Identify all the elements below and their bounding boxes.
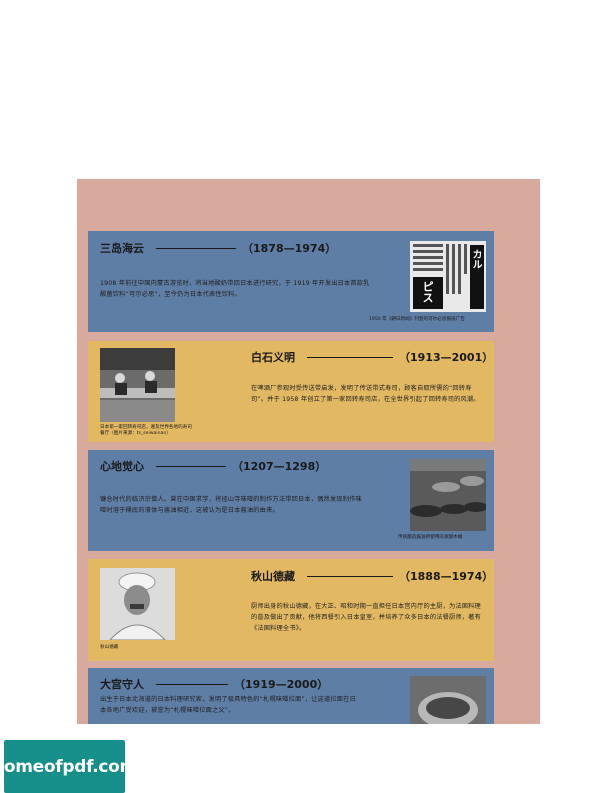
ramen-graphic bbox=[410, 676, 486, 724]
card-body: 在啤酒厂参观时受传送带启发，发明了传送带式寿司，顾客自取所需的“回转寿司”。并于… bbox=[251, 385, 480, 403]
sushi-restaurant-photo bbox=[100, 348, 175, 422]
person-years: （1888—1974） bbox=[399, 570, 494, 583]
card-mishima-kaiun: 三岛海云 （1878—1974） 1908 年前往中国内蒙古游览时，将当地酸奶带… bbox=[88, 231, 494, 332]
person-name: 心地觉心 bbox=[100, 460, 144, 473]
person-years: （1919—2000） bbox=[234, 678, 329, 691]
card-title: 秋山德藏 （1888—1974） bbox=[251, 568, 493, 584]
title-rule bbox=[307, 356, 393, 358]
ramen-photo bbox=[410, 676, 486, 724]
title-rule bbox=[156, 683, 228, 685]
card-body: 厨师出身的秋山德藏，在大正、昭和时期一直担任日本宫内厅的主厨，为法国料理的普及做… bbox=[251, 603, 481, 632]
card-title: 心地觉心 （1207—1298） bbox=[100, 458, 326, 474]
chef-portrait-photo bbox=[100, 568, 175, 640]
person-name: 三岛海云 bbox=[100, 242, 144, 255]
title-rule bbox=[307, 575, 393, 577]
barrels-graphic bbox=[410, 459, 486, 531]
card-title: 白石义明 （1913—2001） bbox=[251, 349, 493, 365]
soy-sauce-barrels-photo bbox=[410, 459, 486, 531]
image-caption: 秋山德藏 bbox=[100, 645, 119, 650]
title-rule bbox=[156, 247, 236, 249]
card-shinchi-kakushin: 心地觉心 （1207—1298） 镰仓时代的临济宗僧人。曾在中国求学，将径山寺味… bbox=[88, 450, 494, 551]
person-name: 大宫守人 bbox=[100, 678, 144, 691]
title-rule bbox=[156, 465, 226, 467]
person-years: （1913—2001） bbox=[399, 351, 494, 364]
site-watermark[interactable]: homeofpdf.com bbox=[0, 740, 137, 793]
document-page: 三岛海云 （1878—1974） 1908 年前往中国内蒙古游览时，将当地酸奶带… bbox=[77, 179, 540, 724]
card-title: 大宫守人 （1919—2000） bbox=[100, 676, 328, 692]
card-title: 三岛海云 （1878—1974） bbox=[100, 240, 336, 256]
chef-portrait-graphic bbox=[100, 568, 175, 640]
image-caption: 传统酿造酱油所使用的发酵木桶 bbox=[398, 535, 463, 540]
card-akiyama-tokuzo: 秋山德藏 （1888—1974） 厨师出身的秋山德藏，在大正、昭和时期一直担任日… bbox=[88, 559, 494, 661]
card-body: 出生于日本北海道的日本料理研究家，发明了极具特色的“札幌味噌拉面”，让这道拉面在… bbox=[100, 696, 356, 714]
card-body: 镰仓时代的临济宗僧人。曾在中国求学，将径山寺味噌的制作方法带回日本，偶然发现制作… bbox=[100, 496, 362, 514]
image-caption: 日本第一家回转寿司店，遍及世界各地的寿司餐厅（图片来源：ts_seiwainan… bbox=[100, 425, 192, 436]
card-shiraishi-yoshiaki: 白石义明 （1913—2001） 在啤酒厂参观时受传送带启发，发明了传送带式寿司… bbox=[88, 341, 494, 442]
person-name: 白石义明 bbox=[251, 351, 295, 364]
card-body: 1908 年前往中国内蒙古游览时，将当地酸奶带回日本进行研究，于 1919 年开… bbox=[100, 280, 370, 298]
ad-text-left: カル bbox=[470, 249, 481, 269]
card-omiya-morito: 大宫守人 （1919—2000） 出生于日本北海道的日本料理研究家，发明了极具特… bbox=[88, 668, 494, 724]
ad-text-right: ピス bbox=[421, 281, 434, 303]
newspaper-ad-image: カル ピス bbox=[410, 241, 486, 312]
image-caption: 1950 年《朝日新闻》刊登的可尔必思报纸广告 bbox=[369, 317, 465, 322]
person-years: （1878—1974） bbox=[242, 242, 337, 255]
person-years: （1207—1298） bbox=[232, 460, 327, 473]
person-name: 秋山德藏 bbox=[251, 570, 295, 583]
sushi-restaurant-graphic bbox=[100, 348, 175, 422]
